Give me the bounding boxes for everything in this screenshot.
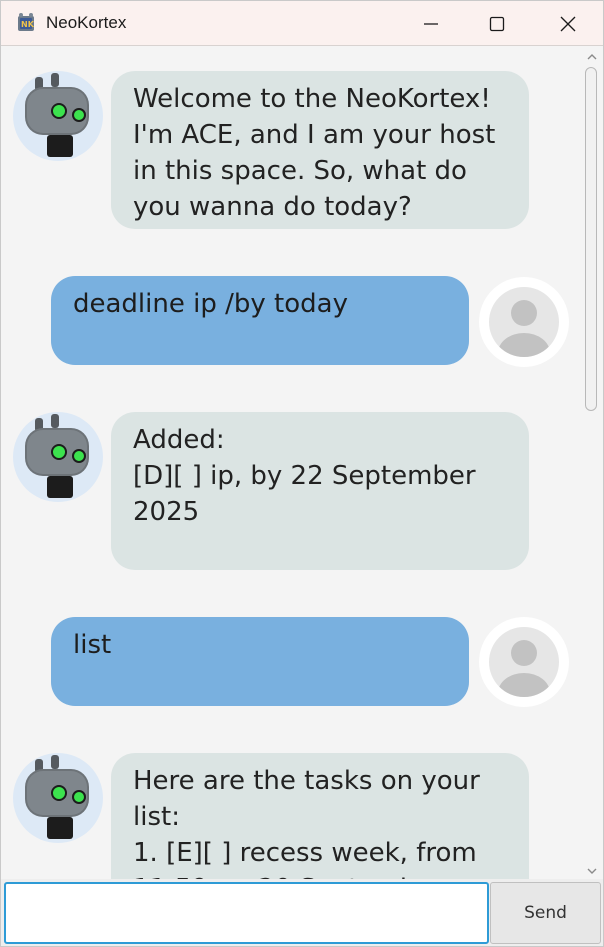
user-avatar [479,617,569,707]
send-button[interactable]: Send [490,882,601,944]
user-message-bubble: deadline ip /by today [51,276,469,365]
maximize-button[interactable] [462,1,532,46]
scroll-up-arrow-icon[interactable] [586,51,598,63]
composer-bar: Send [1,879,603,946]
chat-history[interactable]: Welcome to the NeoKortex! I'm ACE, and I… [3,47,581,879]
title-bar[interactable]: NK NeoKortex [1,1,603,46]
maximize-icon [489,16,505,31]
minimize-icon [424,22,438,25]
user-message-bubble: list [51,617,469,706]
app-logo-icon: NK [18,13,35,31]
bot-message-bubble: Welcome to the NeoKortex! I'm ACE, and I… [111,71,529,229]
user-placeholder-icon [489,627,559,697]
robot-icon [25,73,89,157]
minimize-button[interactable] [396,1,466,46]
close-button[interactable] [533,1,603,46]
close-icon [560,16,576,31]
chat-scrollbar[interactable] [581,47,603,879]
bot-message-bubble: Here are the tasks on your list: 1. [E][… [111,753,529,879]
bot-message-bubble: Added: [D][ ] ip, by 22 September 2025 [111,412,529,570]
robot-icon [25,755,89,839]
message-input[interactable] [4,882,489,944]
bot-avatar [13,71,103,161]
robot-icon [25,414,89,498]
bot-avatar [13,412,103,502]
app-window: NK NeoKortex Welcome to the NeoKortex! I… [0,0,604,947]
bot-avatar [13,753,103,843]
user-avatar [479,277,569,367]
user-placeholder-icon [489,287,559,357]
scroll-thumb[interactable] [585,67,597,411]
window-title: NeoKortex [46,13,127,32]
svg-text:NK: NK [21,20,35,29]
scroll-down-arrow-icon[interactable] [586,865,598,877]
